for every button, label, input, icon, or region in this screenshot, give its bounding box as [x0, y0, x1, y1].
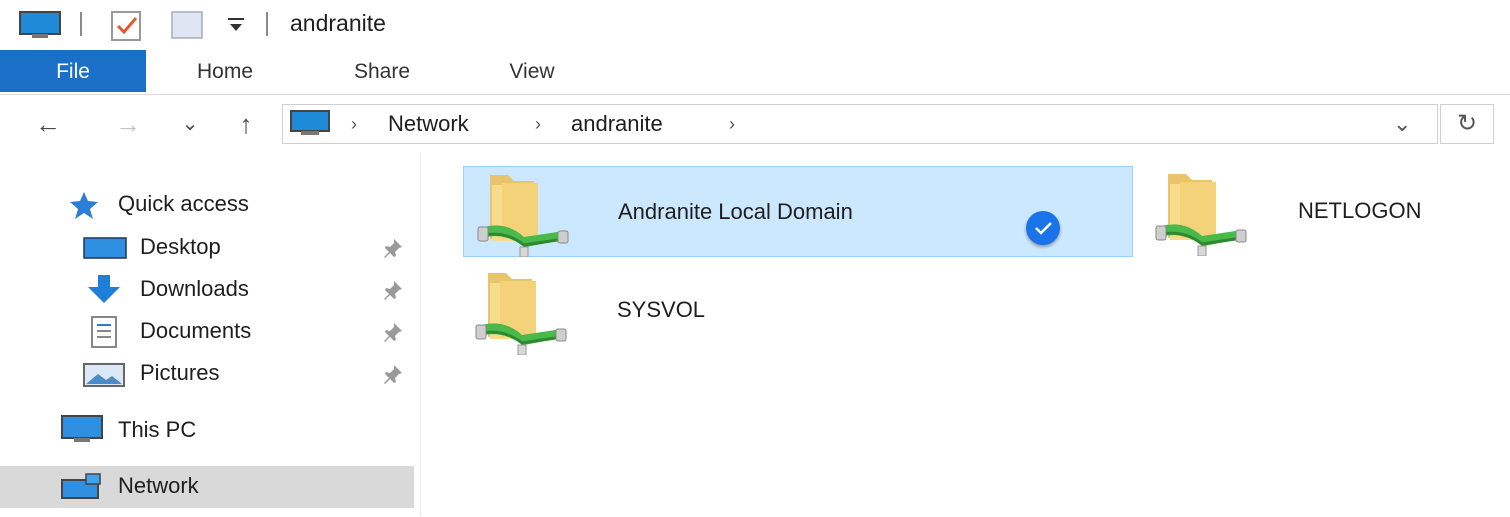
- network-share-folder-icon: [470, 265, 570, 355]
- sidebar-item-downloads[interactable]: Downloads: [0, 269, 420, 309]
- sidebar-item-pictures[interactable]: Pictures: [0, 353, 420, 393]
- tab-file[interactable]: File: [0, 50, 146, 92]
- sidebar-item-this-pc[interactable]: This PC: [0, 410, 420, 450]
- sidebar-item-label: Desktop: [140, 234, 221, 259]
- properties-icon[interactable]: [110, 8, 146, 47]
- tab-share[interactable]: Share: [330, 50, 434, 92]
- file-item-label: Andranite Local Domain: [618, 199, 853, 224]
- file-item-netlogon[interactable]: NETLOGON: [1150, 166, 1500, 256]
- navigation-pane: Quick access Desktop Downloads Documents…: [0, 152, 421, 516]
- this-pc-icon: [60, 414, 106, 459]
- sidebar-item-label: Documents: [140, 318, 252, 343]
- toolbar-separator: [80, 12, 82, 36]
- network-icon: [60, 472, 106, 517]
- up-button[interactable]: ↑: [224, 104, 268, 144]
- breadcrumb-separator[interactable]: ›: [351, 105, 357, 143]
- file-item-label: NETLOGON: [1298, 198, 1422, 223]
- sidebar-item-label: Pictures: [140, 360, 220, 385]
- ribbon-tabs: File Home Share View: [0, 50, 1510, 95]
- breadcrumb-separator[interactable]: ›: [729, 105, 735, 143]
- toolbar-separator: [266, 12, 268, 36]
- file-item-label: SYSVOL: [617, 297, 706, 322]
- sidebar-item-label: Network: [118, 473, 199, 498]
- file-item-sysvol[interactable]: SYSVOL: [470, 265, 870, 355]
- breadcrumb-network[interactable]: Network: [388, 105, 469, 143]
- computer-icon: [289, 109, 333, 144]
- checkmark-icon[interactable]: [1026, 211, 1060, 245]
- tab-view[interactable]: View: [482, 50, 582, 92]
- recent-locations-button[interactable]: ⌄: [176, 104, 204, 144]
- sidebar-quick-access[interactable]: Quick access: [0, 184, 420, 224]
- customize-toolbar-icon[interactable]: [226, 16, 246, 39]
- sidebar-item-documents[interactable]: Documents: [0, 311, 420, 351]
- title-bar: andranite: [0, 0, 1510, 50]
- computer-icon: [18, 10, 64, 45]
- tab-home[interactable]: Home: [170, 50, 280, 92]
- pin-icon: [384, 281, 402, 300]
- forward-button[interactable]: →: [106, 104, 150, 144]
- file-item-andranite-local-domain[interactable]: Andranite Local Domain: [463, 166, 1133, 257]
- breadcrumb-andranite[interactable]: andranite: [571, 105, 663, 143]
- sidebar-item-desktop[interactable]: Desktop: [0, 227, 420, 267]
- address-dropdown-button[interactable]: ⌄: [1393, 105, 1411, 143]
- network-share-folder-icon: [1150, 166, 1250, 256]
- sidebar-item-network[interactable]: Network: [0, 466, 414, 508]
- pin-icon: [384, 365, 402, 384]
- pin-icon: [384, 239, 402, 258]
- window-title: andranite: [290, 10, 386, 36]
- back-button[interactable]: ←: [26, 104, 70, 144]
- new-folder-icon[interactable]: [170, 10, 204, 45]
- breadcrumb-separator[interactable]: ›: [535, 105, 541, 143]
- sidebar-item-label: Quick access: [118, 191, 249, 216]
- sidebar-item-label: This PC: [118, 417, 197, 442]
- pictures-icon: [82, 361, 126, 401]
- address-bar[interactable]: › Network › andranite › ⌄: [282, 104, 1438, 144]
- refresh-button[interactable]: ↻: [1440, 104, 1494, 144]
- sidebar-item-label: Downloads: [140, 276, 249, 301]
- network-share-folder-icon: [472, 167, 572, 257]
- pin-icon: [384, 323, 402, 342]
